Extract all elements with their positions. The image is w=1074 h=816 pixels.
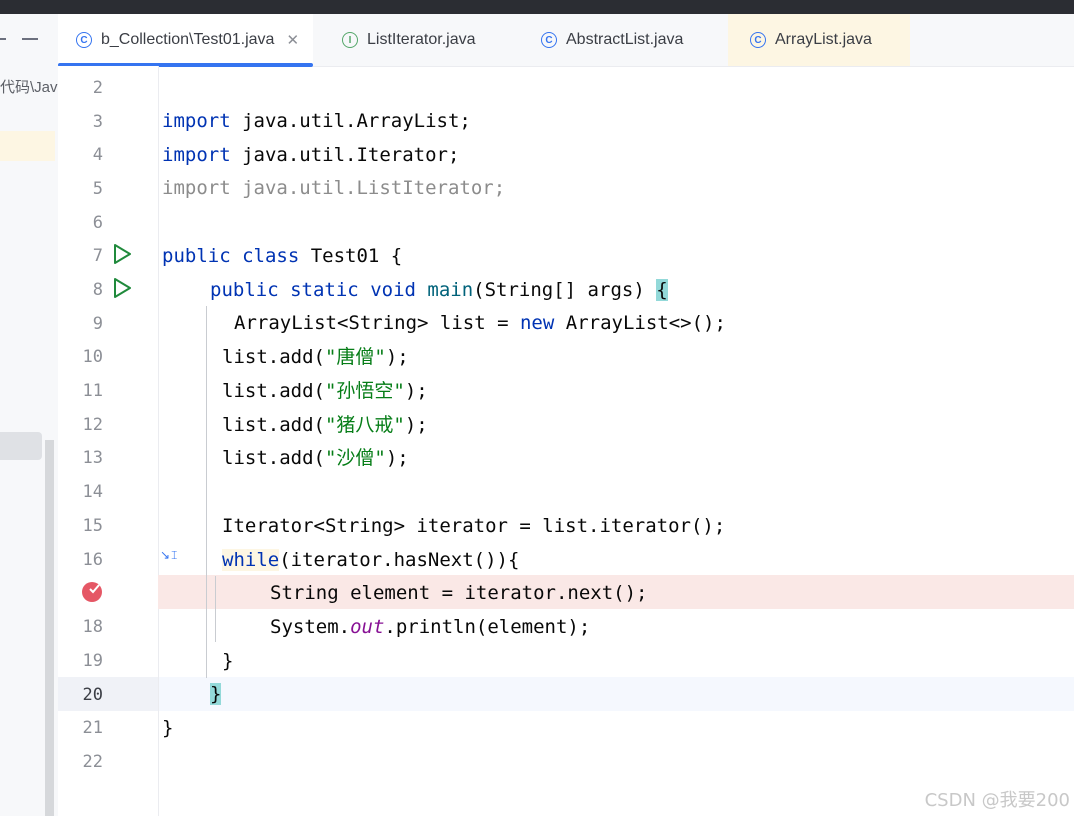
tab-label: ArrayList.java [775, 31, 872, 48]
code-line-19[interactable]: } [222, 644, 233, 678]
keyword: static [290, 279, 359, 301]
code-line-17[interactable]: String element = iterator.next(); [270, 576, 648, 610]
keyword: import [162, 110, 231, 132]
class-icon: C [750, 32, 766, 48]
keyword: void [370, 279, 416, 301]
code-text: list.add( [222, 346, 325, 368]
code-line-18[interactable]: System.out.println(element); [270, 610, 590, 644]
code-line-9[interactable]: ArrayList<String> list = new ArrayList<>… [234, 306, 726, 340]
line-number: 15 [82, 516, 103, 536]
code-text: ); [385, 447, 409, 469]
keyword: public [210, 279, 279, 301]
code-text: ); [385, 346, 409, 368]
code-text: list.add( [222, 447, 325, 469]
line-number: 18 [82, 617, 103, 637]
line-number: 13 [82, 448, 103, 468]
code-text: System. [270, 616, 351, 638]
code-line-20[interactable]: } [210, 677, 222, 711]
keyword: class [242, 245, 300, 267]
project-path: 代码\Java [0, 79, 58, 96]
code-text: ); [404, 380, 428, 402]
string-literal: "唐僧" [324, 346, 386, 368]
code-text: (String[] args) [473, 279, 657, 301]
line-number: 2 [92, 78, 103, 98]
watermark: CSDN @我要200 [924, 790, 1070, 811]
code-line-13[interactable]: list.add("沙僧"); [222, 441, 409, 475]
line-number: 14 [82, 482, 103, 502]
run-icon[interactable] [112, 243, 132, 265]
static-field: out [350, 616, 385, 638]
keyword: public [162, 245, 231, 267]
editor-tab-bar: C b_Collection\Test01.java ✕ I ListItera… [58, 14, 1074, 67]
line-number: 7 [92, 246, 103, 266]
panel-dash-icon [0, 38, 6, 40]
line-number: 8 [92, 280, 103, 300]
code-line-8[interactable]: public static void main(String[] args) { [210, 273, 668, 307]
code-text: (iterator.hasNext()){ [279, 549, 520, 571]
string-literal: "猪八戒" [324, 414, 405, 436]
indent-guide [215, 576, 216, 642]
indent-guide [206, 306, 207, 678]
line-number: 19 [82, 651, 103, 671]
step-into-icon[interactable]: ↘𝙸 [160, 548, 179, 563]
code-text: list.add( [222, 414, 325, 436]
code-line-10[interactable]: list.add("唐僧"); [222, 340, 409, 374]
code-line-5-unused-import[interactable]: import java.util.ListIterator; [162, 171, 505, 205]
matched-brace: } [210, 683, 222, 705]
tab-listiterator[interactable]: I ListIterator.java [342, 14, 476, 66]
line-number: 12 [82, 415, 103, 435]
code-line-21[interactable]: } [162, 711, 173, 745]
minimize-icon[interactable] [22, 38, 38, 40]
code-text: ); [404, 414, 428, 436]
breakpoint-icon[interactable] [81, 581, 103, 603]
class-icon: C [541, 32, 557, 48]
class-icon: C [76, 32, 92, 48]
method-name: main [427, 279, 474, 301]
line-number: 5 [92, 179, 103, 199]
close-icon[interactable]: ✕ [286, 31, 299, 49]
code-line-11[interactable]: list.add("孙悟空"); [222, 374, 428, 408]
run-main-icon[interactable] [112, 277, 132, 299]
line-number: 10 [82, 347, 103, 367]
code-line-12[interactable]: list.add("猪八戒"); [222, 408, 428, 442]
code-line-15[interactable]: Iterator<String> iterator = list.iterato… [222, 509, 725, 543]
tab-arraylist[interactable]: C ArrayList.java [728, 14, 910, 66]
tab-test01[interactable]: C b_Collection\Test01.java ✕ [58, 14, 314, 67]
tab-abstractlist[interactable]: C AbstractList.java [541, 14, 683, 66]
keyword: new [519, 312, 555, 334]
line-number: 21 [82, 718, 103, 738]
code-text: ArrayList<>(); [554, 312, 726, 334]
line-number: 11 [82, 381, 103, 401]
project-panel-scrollbar[interactable] [45, 440, 54, 816]
line-number-current: 20 [82, 685, 103, 705]
keyword: while [222, 549, 280, 571]
code-text: .println(element); [384, 616, 591, 638]
line-number: 3 [92, 112, 103, 132]
tab-label: b_Collection\Test01.java [101, 31, 275, 48]
string-literal: "沙僧" [324, 447, 386, 469]
line-number: 9 [92, 314, 103, 334]
code-text: ArrayList<String> list = [234, 312, 520, 334]
string-literal: "孙悟空" [324, 380, 405, 402]
keyword: import [162, 144, 231, 166]
line-number: 4 [92, 145, 103, 165]
code-line-16[interactable]: while(iterator.hasNext()){ [222, 543, 519, 577]
code-text: list.add( [222, 380, 325, 402]
line-number: 16 [82, 550, 103, 570]
project-tree-selected-item[interactable] [0, 432, 42, 460]
code-text: Test01 { [299, 245, 403, 267]
interface-icon: I [342, 32, 358, 48]
code-line-7[interactable]: public class Test01 { [162, 239, 402, 273]
tab-label: AbstractList.java [566, 31, 684, 48]
window-top-bar [0, 0, 1074, 14]
line-number: 22 [82, 752, 103, 772]
code-line-4[interactable]: import java.util.Iterator; [162, 138, 459, 172]
matched-brace: { [656, 279, 668, 301]
code-line-3[interactable]: import java.util.ArrayList; [162, 104, 471, 138]
project-tree-highlight [0, 131, 55, 161]
code-text: java.util.Iterator; [230, 144, 460, 166]
line-number: 6 [92, 213, 103, 233]
tab-label: ListIterator.java [367, 31, 476, 48]
code-text: java.util.ArrayList; [230, 110, 471, 132]
